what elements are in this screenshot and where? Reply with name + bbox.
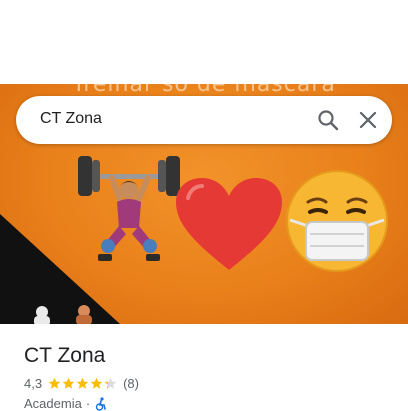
place-info-panel[interactable]: CT Zona 4,3 (8) Academia · bbox=[0, 324, 408, 411]
category-label: Academia bbox=[24, 396, 82, 411]
search-bar[interactable]: CT Zona bbox=[16, 96, 392, 144]
review-count[interactable]: (8) bbox=[123, 376, 139, 391]
close-icon[interactable] bbox=[356, 108, 380, 132]
top-blank-area bbox=[0, 0, 408, 84]
separator-dot: · bbox=[85, 396, 91, 411]
place-title: CT Zona bbox=[24, 344, 106, 367]
rating-value: 4,3 bbox=[24, 376, 43, 391]
wheelchair-accessible-icon bbox=[95, 396, 106, 411]
star-rating bbox=[48, 377, 118, 390]
star-icon bbox=[76, 377, 89, 389]
star-icon bbox=[62, 377, 75, 389]
people-silhouettes-icon bbox=[34, 305, 92, 324]
rating-row[interactable]: 4,3 (8) bbox=[24, 376, 139, 391]
red-heart-emoji bbox=[176, 178, 282, 270]
star-icon bbox=[48, 377, 61, 389]
star-icon bbox=[104, 377, 117, 389]
search-icon[interactable] bbox=[316, 108, 340, 132]
star-icon bbox=[90, 377, 103, 389]
face-with-mask-emoji bbox=[286, 170, 388, 272]
category-row: Academia · bbox=[24, 396, 108, 411]
search-input[interactable]: CT Zona bbox=[40, 110, 102, 128]
